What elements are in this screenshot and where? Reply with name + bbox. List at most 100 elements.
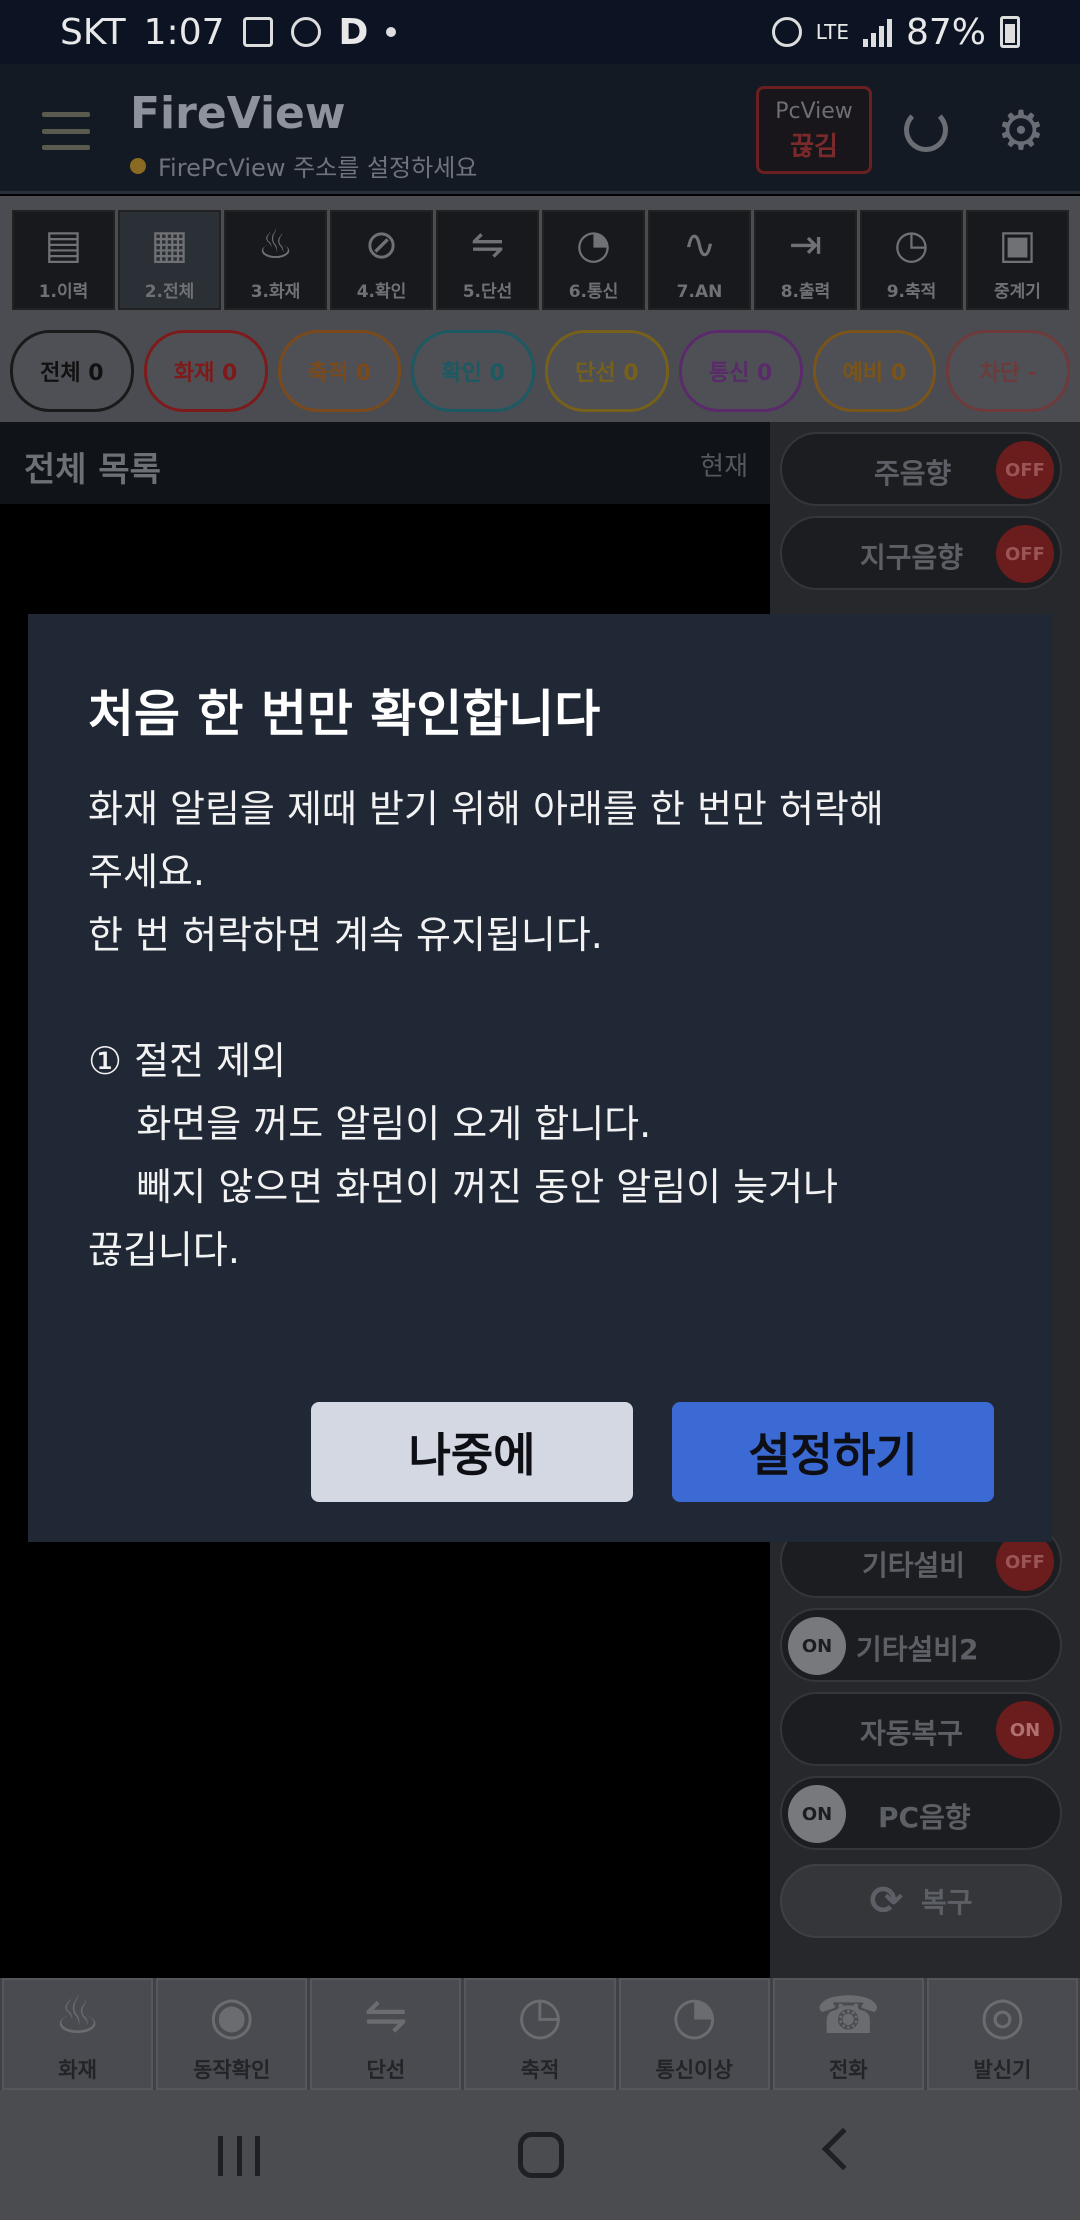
bottom-tile-comm-error[interactable]: ◔ 통신이상 (618, 1978, 770, 2090)
menu-tile-label: 5.단선 (462, 282, 513, 302)
recent-apps-icon[interactable] (218, 2136, 260, 2176)
clock-icon: ◷ (517, 1986, 563, 2046)
toggle-label: 자동복구 (860, 1717, 964, 1750)
menu-tile-history[interactable]: ▤ 1.이력 (12, 210, 115, 310)
document-icon: ▤ (44, 222, 83, 268)
toggle-label: 주음향 (874, 457, 952, 490)
clock-icon: ◷ (894, 222, 929, 268)
signal-icon (862, 17, 892, 47)
documents-icon: ▦ (150, 222, 189, 268)
eye-icon: ◉ (209, 1986, 255, 2046)
chip-disconnect[interactable]: 단선 0 (545, 330, 669, 412)
app-subtitle-text: FirePcView 주소를 설정하세요 (158, 154, 478, 182)
list-header: 전체 목록 현재 (0, 422, 770, 504)
bottom-tile-label: 발신기 (973, 2058, 1032, 2082)
bottom-tile-label: 통신이상 (655, 2058, 733, 2082)
menu-tile-label: 2.전체 (144, 282, 195, 302)
bell-icon: ◎ (979, 1986, 1026, 2046)
setup-button[interactable]: 설정하기 (672, 1402, 994, 1502)
bottom-tiles: ♨ 화재 ◉ 동작확인 ⇋ 단선 ◷ 축적 ◔ 통신이상 ☎ 전화 ◎ 발신기 (0, 1978, 1080, 2090)
menu-tiles: ▤ 1.이력 ▦ 2.전체 ♨ 3.화재 ⊘ 4.확인 ⇋ 5.단선 ◔ 6.통… (0, 196, 1080, 320)
pcview-status: 끊김 (790, 132, 838, 162)
permission-dialog: 처음 한 번만 확인합니다 화재 알림을 제때 받기 위해 아래를 한 번만 허… (28, 614, 1052, 1542)
menu-tile-output[interactable]: ⇥ 8.출력 (754, 210, 857, 310)
menu-tile-communication[interactable]: ◔ 6.통신 (542, 210, 645, 310)
list-now-label: 현재 (700, 452, 748, 482)
toggle-zone-sound[interactable]: 지구음향 OFF (780, 516, 1062, 590)
recover-label: 복구 (920, 1886, 973, 1919)
menu-tile-accumulate[interactable]: ◷ 9.축적 (860, 210, 963, 310)
toggle-label: 기타설비2 (856, 1633, 979, 1666)
app-subtitle: FirePcView 주소를 설정하세요 (130, 148, 477, 183)
back-icon[interactable] (821, 2127, 865, 2171)
menu-tile-an[interactable]: ∿ 7.AN (648, 210, 751, 310)
bottom-tile-disconnect[interactable]: ⇋ 단선 (310, 1978, 462, 2090)
repeater-icon: ▣ (998, 222, 1037, 268)
toggle-knob: ON (788, 1785, 846, 1843)
connection-status-dot-icon (130, 157, 146, 174)
chip-communication[interactable]: 통신 0 (678, 330, 803, 412)
status-bar: SKT 1:07 D LTE 87% (0, 0, 1080, 64)
toggle-auto-recover[interactable]: 자동복구 ON (780, 1692, 1062, 1766)
menu-tile-disconnect[interactable]: ⇋ 5.단선 (436, 210, 539, 310)
app-header: FireView FirePcView 주소를 설정하세요 PcView 끊김 … (0, 64, 1080, 194)
menu-tile-confirm[interactable]: ⊘ 4.확인 (330, 210, 433, 310)
chip-accumulate[interactable]: 축적 0 (277, 330, 402, 412)
battery-percent: 87% (905, 11, 986, 53)
alarm-icon (771, 17, 802, 47)
bottom-tile-accumulate[interactable]: ◷ 축적 (464, 1978, 616, 2090)
pcview-status-button[interactable]: PcView 끊김 (756, 86, 872, 174)
refresh-icon[interactable] (904, 108, 948, 152)
menu-tile-all[interactable]: ▦ 2.전체 (118, 210, 221, 310)
recover-button[interactable]: ⟳ 복구 (780, 1864, 1062, 1938)
exit-icon: ⇥ (788, 222, 823, 268)
bottom-tile-label: 화재 (58, 2058, 97, 2082)
chip-reserve[interactable]: 예비 0 (812, 330, 937, 412)
menu-tile-label: 9.축적 (886, 282, 937, 302)
chip-block[interactable]: 차단 - (946, 330, 1070, 412)
toggle-knob: OFF (996, 525, 1054, 583)
toggle-knob: ON (788, 1617, 846, 1675)
menu-tile-label: 1.이력 (38, 282, 89, 302)
later-button[interactable]: 나중에 (311, 1402, 633, 1502)
menu-tile-repeater[interactable]: ▣ 중계기 (966, 210, 1069, 310)
menu-tile-label: 8.출력 (780, 282, 831, 302)
bottom-tile-label: 축적 (520, 2058, 560, 2082)
magnifier-check-icon: ⊘ (364, 222, 399, 268)
toggle-knob: ON (996, 1701, 1054, 1759)
bottom-tile-label: 단선 (366, 2058, 406, 2082)
recover-icon: ⟳ (869, 1878, 903, 1924)
toggle-main-sound[interactable]: 주음향 OFF (780, 432, 1062, 506)
broken-line-icon: ⇋ (470, 222, 505, 268)
bottom-tile-operation-check[interactable]: ◉ 동작확인 (156, 1978, 308, 2090)
menu-tile-fire[interactable]: ♨ 3.화재 (224, 210, 327, 310)
info-icon (290, 17, 321, 47)
toggle-other-equipment-2[interactable]: ON 기타설비2 (780, 1608, 1062, 1682)
menu-icon[interactable] (42, 112, 90, 150)
filter-chips: 전체 0 화재 0 축적 0 확인 0 단선 0 통신 0 예비 0 차단 - (0, 320, 1080, 422)
menu-tile-label: 7.AN (676, 282, 723, 302)
bottom-tile-label: 동작확인 (193, 2058, 271, 2082)
gear-icon[interactable]: ⚙ (994, 104, 1048, 158)
clock-label: 1:07 (143, 11, 225, 53)
battery-icon (1000, 16, 1020, 48)
toggle-label: 지구음향 (860, 541, 964, 574)
bottom-tile-transmitter[interactable]: ◎ 발신기 (926, 1978, 1078, 2090)
d-app-icon: D (338, 11, 369, 53)
chip-fire[interactable]: 화재 0 (143, 330, 268, 412)
menu-tile-label: 6.통신 (568, 282, 619, 302)
broken-line-icon: ⇋ (364, 1986, 408, 2046)
notification-dot-icon (386, 27, 397, 37)
wave-icon: ∿ (682, 222, 717, 268)
chip-confirm[interactable]: 확인 0 (411, 330, 535, 412)
bottom-tile-phone[interactable]: ☎ 전화 (772, 1978, 924, 2090)
dialog-message: 화재 알림을 제때 받기 위해 아래를 한 번만 허락해 주세요. 한 번 허락… (88, 787, 884, 1272)
satellite-dish-icon: ◔ (576, 222, 611, 268)
system-nav-bar (0, 2090, 1080, 2220)
chip-all[interactable]: 전체 0 (10, 330, 134, 412)
telephone-icon: ☎ (815, 1986, 881, 2046)
toggle-pc-sound[interactable]: ON PC음향 (780, 1776, 1062, 1850)
bottom-tile-fire[interactable]: ♨ 화재 (2, 1978, 154, 2090)
home-icon[interactable] (518, 2132, 564, 2178)
carrier-label: SKT (60, 11, 126, 53)
